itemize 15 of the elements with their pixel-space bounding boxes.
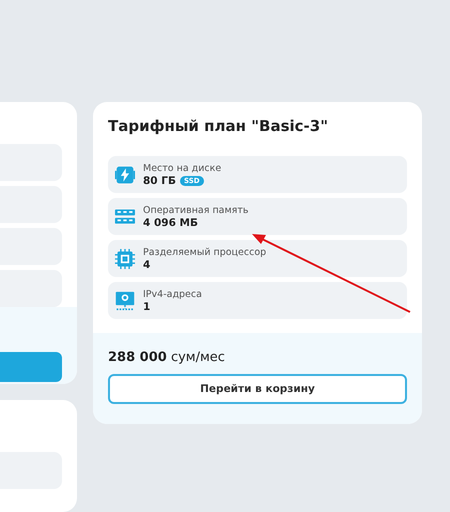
- chip-icon: [115, 248, 135, 268]
- spec-value: 4: [143, 258, 150, 270]
- spec-label: Разделяемый процессор: [143, 246, 266, 258]
- spec-label: Место на диске: [143, 162, 222, 174]
- spec-label: Оперативная память: [143, 204, 249, 216]
- spec-label: IPv4-адреса: [143, 288, 202, 300]
- spec-value: 1: [143, 300, 150, 312]
- cart-button[interactable]: Перейти в корзину: [108, 374, 407, 404]
- network-icon: [115, 290, 135, 310]
- memory-icon: [115, 206, 135, 226]
- price: 288 000 сум/мес: [108, 350, 226, 365]
- plan-title: Тарифный план "Basic-3": [108, 117, 328, 135]
- spec-value: 80 ГБ: [143, 174, 176, 186]
- lightning-icon: [115, 164, 135, 184]
- spec-value: 4 096 МБ: [143, 216, 198, 228]
